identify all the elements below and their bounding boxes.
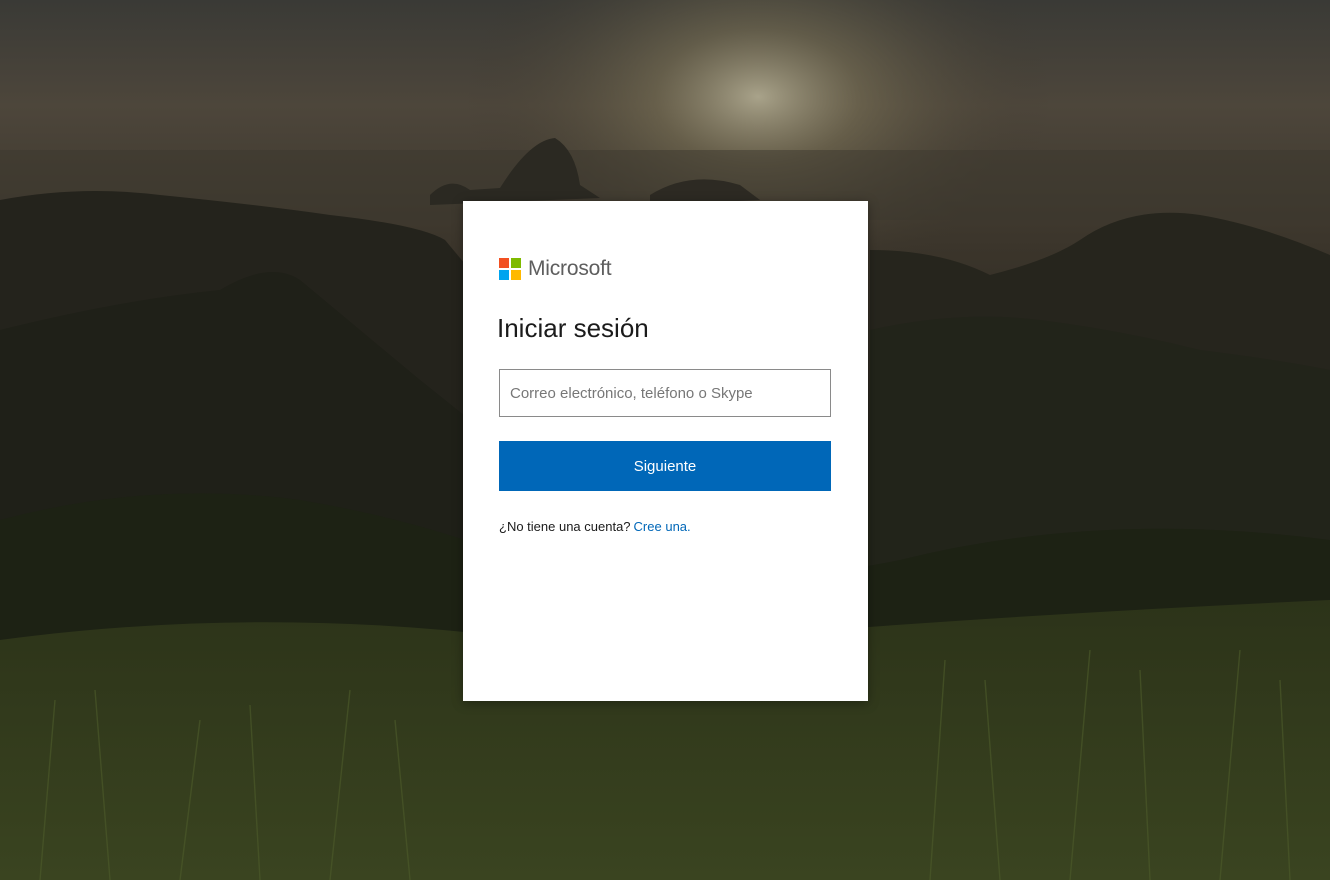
brand-name: Microsoft <box>528 257 612 280</box>
create-account-link[interactable]: Cree una. <box>634 519 691 534</box>
email-field[interactable] <box>499 369 831 417</box>
next-button[interactable]: Siguiente <box>499 441 831 491</box>
logo-square-red <box>499 258 509 268</box>
login-page: Microsoft Iniciar sesión Siguiente ¿No t… <box>0 0 1330 880</box>
logo-square-blue <box>499 270 509 280</box>
brand-header: Microsoft <box>499 253 612 285</box>
logo-square-green <box>511 258 521 268</box>
signin-card: Microsoft Iniciar sesión Siguiente ¿No t… <box>463 201 868 701</box>
signup-prompt: ¿No tiene una cuenta? Cree una. <box>499 519 691 534</box>
microsoft-logo-icon <box>499 258 521 280</box>
logo-square-yellow <box>511 270 521 280</box>
no-account-text: ¿No tiene una cuenta? <box>499 519 631 534</box>
page-title: Iniciar sesión <box>497 313 649 343</box>
